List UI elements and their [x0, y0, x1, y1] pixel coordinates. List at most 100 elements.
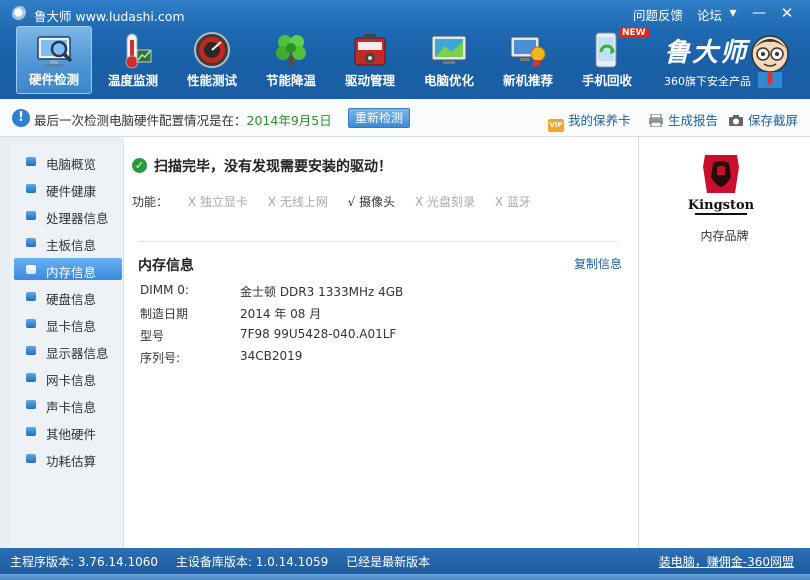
- bullet-icon: [26, 319, 36, 328]
- db-version: 主设备库版本: 1.0.14.1059: [175, 555, 329, 569]
- bullet-icon: [26, 157, 36, 166]
- generate-report-link[interactable]: 生成报告: [648, 110, 718, 129]
- tool-temperature[interactable]: 温度监测: [95, 26, 171, 94]
- divider: [138, 241, 618, 242]
- header: 鲁大师 www.ludashi.com 问题反馈 论坛 ▾ — ✕ 硬件检测 温…: [0, 0, 810, 99]
- sidebar: 电脑概览 硬件健康 处理器信息 主板信息 内存信息 硬盘信息 显卡信息 显示器信…: [10, 144, 124, 548]
- speedometer-icon: [194, 32, 230, 68]
- tool-new-pc[interactable]: 新机推荐: [490, 26, 566, 94]
- info-icon: !: [12, 109, 30, 127]
- check-icon: ✓: [132, 158, 147, 173]
- sidebar-item-display[interactable]: 显示器信息: [14, 339, 122, 361]
- info-value: 2014 年 08 月: [240, 307, 322, 321]
- last-check-text: 最后一次检测电脑硬件配置情况是在：2014年9月5日: [34, 113, 332, 128]
- bullet-icon: [26, 373, 36, 382]
- tool-phone-recycle[interactable]: NEW 手机回收: [569, 26, 649, 94]
- forum-link[interactable]: 论坛: [697, 8, 722, 23]
- bullet-icon: [26, 454, 36, 463]
- close-icon[interactable]: ✕: [776, 4, 798, 22]
- info-value: 7F98 99U5428-040.A01LF: [240, 327, 397, 341]
- toolbox-icon: [354, 34, 386, 66]
- info-key: 制造日期: [140, 307, 189, 321]
- bullet-icon: [26, 292, 36, 301]
- sidebar-item-sound[interactable]: 声卡信息: [14, 393, 122, 415]
- memory-brand-caption: 内存品牌: [700, 229, 749, 243]
- tool-label: 节能降温: [265, 73, 316, 88]
- scan-result-message: 扫描完毕，没有发现需要安装的驱动！: [154, 159, 392, 175]
- info-value: 金士顿 DDR3 1333MHz 4GB: [240, 285, 404, 299]
- sidebar-item-power[interactable]: 功耗估算: [14, 447, 122, 469]
- title-bar: 鲁大师 www.ludashi.com 问题反馈 论坛 ▾ — ✕: [0, 0, 810, 26]
- thermometer-icon: [125, 33, 152, 69]
- feedback-link[interactable]: 问题反馈: [633, 8, 683, 23]
- menu-dropdown-icon[interactable]: ▾: [722, 4, 744, 22]
- feature-item: X 光盘刻录: [414, 195, 476, 209]
- feature-item: √ 摄像头: [347, 195, 396, 209]
- copy-info-link[interactable]: 复制信息: [574, 255, 622, 272]
- vip-icon: VIP: [548, 119, 564, 132]
- info-key: DIMM 0:: [140, 283, 189, 297]
- bullet-icon: [26, 346, 36, 355]
- feature-list: 功能： X 独立显卡 X 无线上网 √ 摄像头 X 光盘刻录 X 蓝牙: [132, 193, 531, 210]
- recheck-button[interactable]: 重新检测: [348, 108, 410, 128]
- info-bar: ! 最后一次检测电脑硬件配置情况是在：2014年9月5日 重新检测 VIP 我的保…: [0, 99, 810, 137]
- sidebar-item-memory[interactable]: 内存信息: [14, 258, 122, 280]
- bullet-icon: [26, 238, 36, 247]
- bullet-icon: [26, 265, 36, 274]
- camera-icon: [729, 115, 743, 126]
- sidebar-item-overview[interactable]: 电脑概览: [14, 150, 122, 172]
- sidebar-item-disk[interactable]: 硬盘信息: [14, 285, 122, 307]
- sidebar-item-other[interactable]: 其他硬件: [14, 420, 122, 442]
- printer-icon: [649, 114, 663, 127]
- affiliate-link[interactable]: 装电脑，赚佣金-360网盟: [659, 553, 794, 570]
- sidebar-item-cpu[interactable]: 处理器信息: [14, 204, 122, 226]
- brand-name: 鲁大师: [664, 38, 749, 68]
- badge-monitor-icon: [510, 36, 546, 68]
- sidebar-item-motherboard[interactable]: 主板信息: [14, 231, 122, 253]
- bullet-icon: [26, 211, 36, 220]
- window-frame-bottom: [0, 574, 810, 580]
- minimize-icon[interactable]: —: [748, 4, 770, 22]
- tool-performance[interactable]: 性能测试: [174, 26, 250, 94]
- magnifier-monitor-icon: [37, 36, 73, 67]
- section-title: 内存信息: [138, 258, 194, 274]
- feature-item: X 蓝牙: [494, 195, 531, 209]
- main-version: 主程序版本: 3.76.14.1060: [10, 555, 159, 569]
- version-info: 主程序版本: 3.76.14.1060 主设备库版本: 1.0.14.1059 …: [10, 553, 444, 570]
- kingston-logo: Kingston: [688, 155, 755, 215]
- app-logo-icon: [12, 6, 28, 22]
- my-care-card-link[interactable]: VIP 我的保养卡: [548, 110, 631, 132]
- tool-hardware-detect[interactable]: 硬件检测: [16, 26, 92, 94]
- svg-text:Kingston: Kingston: [688, 198, 755, 213]
- tool-label: 电脑优化: [423, 73, 474, 88]
- feature-item: X 无线上网: [267, 195, 328, 209]
- feature-item: X 独立显卡: [187, 195, 248, 209]
- tool-label: 性能测试: [186, 73, 237, 88]
- info-key: 序列号:: [140, 351, 181, 365]
- tool-label: 硬件检测: [28, 72, 79, 87]
- clover-icon: [276, 35, 306, 66]
- sidebar-item-graphics[interactable]: 显卡信息: [14, 312, 122, 334]
- tool-driver-manager[interactable]: 驱动管理: [332, 26, 408, 94]
- status-bar: 主程序版本: 3.76.14.1060 主设备库版本: 1.0.14.1059 …: [0, 548, 810, 580]
- tool-energy-saving[interactable]: 节能降温: [253, 26, 329, 94]
- sidebar-item-network[interactable]: 网卡信息: [14, 366, 122, 388]
- bullet-icon: [26, 427, 36, 436]
- new-badge: NEW: [619, 28, 649, 38]
- info-value: 34CB2019: [240, 349, 303, 363]
- main-panel: ✓ 扫描完毕，没有发现需要安装的驱动！ 功能： X 独立显卡 X 无线上网 √ …: [124, 137, 638, 548]
- update-status: 已经是最新版本: [346, 555, 431, 569]
- tool-label: 手机回收: [581, 73, 632, 88]
- app-title: 鲁大师 www.ludashi.com: [34, 9, 185, 24]
- tool-label: 新机推荐: [502, 73, 553, 88]
- mascot-icon: [751, 35, 789, 88]
- brand-area: 鲁大师 360旗下安全产品: [658, 28, 794, 92]
- sidebar-item-health[interactable]: 硬件健康: [14, 177, 122, 199]
- last-check-date: 2014年9月5日: [246, 113, 332, 128]
- brand-panel: Kingston 内存品牌: [638, 137, 810, 548]
- tool-label: 驱动管理: [344, 73, 395, 88]
- save-screenshot-link[interactable]: 保存截屏: [728, 110, 798, 129]
- brand-subtitle: 360旗下安全产品: [664, 75, 751, 88]
- bullet-icon: [26, 184, 36, 193]
- tool-pc-optimize[interactable]: 电脑优化: [411, 26, 487, 94]
